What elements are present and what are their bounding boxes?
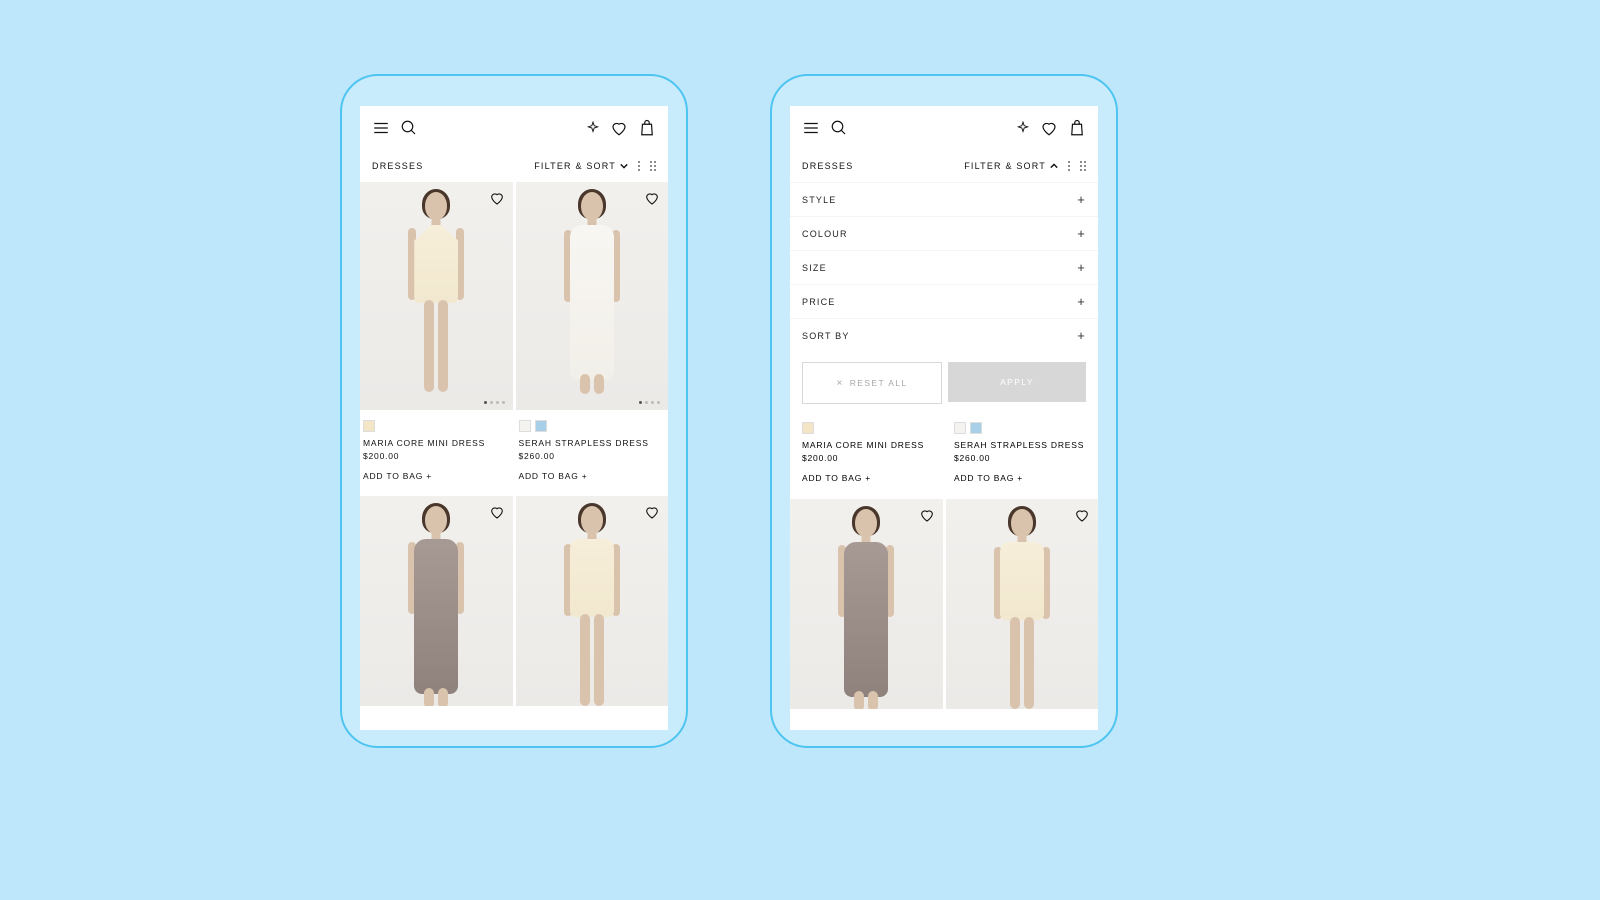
view-grid-icon[interactable] [1080, 161, 1086, 171]
color-swatch[interactable] [954, 422, 966, 434]
category-bar: DRESSES FILTER & SORT [790, 150, 1098, 182]
filter-sort-toggle[interactable]: FILTER & SORT [534, 161, 628, 171]
product-summary-row: MARIA CORE MINI DRESS $200.00 ADD TO BAG… [790, 416, 1098, 495]
hamburger-icon[interactable] [802, 119, 820, 137]
color-swatch[interactable] [802, 422, 814, 434]
expand-icon: + [1077, 260, 1086, 275]
product-name[interactable]: MARIA CORE MINI DRESS [802, 440, 934, 450]
filter-row-style[interactable]: STYLE + [790, 182, 1098, 216]
favorite-icon[interactable] [489, 190, 505, 206]
close-icon: × [836, 378, 843, 389]
color-swatches [954, 422, 1086, 434]
expand-icon: + [1077, 192, 1086, 207]
view-list-icon[interactable] [638, 161, 640, 171]
filter-actions: ×RESET ALL APPLY [790, 352, 1098, 416]
category-title: DRESSES [802, 161, 853, 171]
favorite-icon[interactable] [644, 190, 660, 206]
filter-panel: STYLE + COLOUR + SIZE + PRICE + SORT BY + [790, 182, 1098, 352]
product-price: $200.00 [363, 451, 510, 461]
chevron-up-icon [1050, 162, 1058, 170]
product-image[interactable] [790, 499, 943, 709]
product-name[interactable]: SERAH STRAPLESS DRESS [519, 438, 666, 448]
product-card: SERAH STRAPLESS DRESS $260.00 ADD TO BAG… [516, 182, 669, 493]
apply-button[interactable]: APPLY [948, 362, 1086, 402]
color-swatch[interactable] [363, 420, 375, 432]
color-swatches [363, 420, 510, 432]
add-to-bag-button[interactable]: ADD TO BAG + [363, 471, 510, 481]
filter-row-price[interactable]: PRICE + [790, 284, 1098, 318]
color-swatches [519, 420, 666, 432]
reset-all-button[interactable]: ×RESET ALL [802, 362, 942, 404]
product-grid [790, 499, 1098, 709]
color-swatch[interactable] [970, 422, 982, 434]
wishlist-icon[interactable] [1040, 119, 1058, 137]
bag-icon[interactable] [1068, 119, 1086, 137]
color-swatches [802, 422, 934, 434]
product-card [516, 496, 669, 706]
product-card [360, 496, 513, 706]
filter-row-label: SORT BY [802, 331, 850, 341]
product-image[interactable] [516, 496, 669, 706]
filter-row-label: SIZE [802, 263, 827, 273]
product-image[interactable] [360, 182, 513, 410]
product-grid: MARIA CORE MINI DRESS $200.00 ADD TO BAG… [360, 182, 668, 706]
sparkle-icon[interactable] [586, 121, 600, 135]
filter-row-colour[interactable]: COLOUR + [790, 216, 1098, 250]
product-info: MARIA CORE MINI DRESS $200.00 ADD TO BAG… [802, 422, 934, 483]
favorite-icon[interactable] [644, 504, 660, 520]
product-info: SERAH STRAPLESS DRESS $260.00 ADD TO BAG… [954, 422, 1086, 483]
product-card [790, 499, 943, 709]
favorite-icon[interactable] [919, 507, 935, 523]
product-card [946, 499, 1099, 709]
app-topbar [360, 106, 668, 150]
add-to-bag-button[interactable]: ADD TO BAG + [802, 473, 934, 483]
expand-icon: + [1077, 328, 1086, 343]
phone-mock-collapsed: DRESSES FILTER & SORT [340, 74, 688, 748]
image-pager [639, 401, 660, 404]
product-name[interactable]: MARIA CORE MINI DRESS [363, 438, 510, 448]
favorite-icon[interactable] [489, 504, 505, 520]
product-price: $260.00 [954, 453, 1086, 463]
add-to-bag-button[interactable]: ADD TO BAG + [519, 471, 666, 481]
view-list-icon[interactable] [1068, 161, 1070, 171]
filter-sort-label: FILTER & SORT [964, 161, 1046, 171]
filter-row-label: STYLE [802, 195, 837, 205]
app-topbar [790, 106, 1098, 150]
color-swatch[interactable] [519, 420, 531, 432]
hamburger-icon[interactable] [372, 119, 390, 137]
category-bar: DRESSES FILTER & SORT [360, 150, 668, 182]
screen: DRESSES FILTER & SORT [360, 106, 668, 730]
product-image[interactable] [946, 499, 1099, 709]
add-to-bag-button[interactable]: ADD TO BAG + [954, 473, 1086, 483]
product-info: MARIA CORE MINI DRESS $200.00 ADD TO BAG… [360, 410, 513, 493]
color-swatch[interactable] [535, 420, 547, 432]
image-pager [484, 401, 505, 404]
view-grid-icon[interactable] [650, 161, 656, 171]
sparkle-icon[interactable] [1016, 121, 1030, 135]
filter-row-label: PRICE [802, 297, 836, 307]
filter-row-label: COLOUR [802, 229, 848, 239]
favorite-icon[interactable] [1074, 507, 1090, 523]
expand-icon: + [1077, 226, 1086, 241]
product-card: MARIA CORE MINI DRESS $200.00 ADD TO BAG… [360, 182, 513, 493]
filter-row-sort-by[interactable]: SORT BY + [790, 318, 1098, 352]
filter-sort-label: FILTER & SORT [534, 161, 616, 171]
screen: DRESSES FILTER & SORT STYLE + COLOUR + SIZE +… [790, 106, 1098, 730]
filter-row-size[interactable]: SIZE + [790, 250, 1098, 284]
product-info: SERAH STRAPLESS DRESS $260.00 ADD TO BAG… [516, 410, 669, 493]
product-name[interactable]: SERAH STRAPLESS DRESS [954, 440, 1086, 450]
product-price: $260.00 [519, 451, 666, 461]
bag-icon[interactable] [638, 119, 656, 137]
search-icon[interactable] [400, 119, 418, 137]
phone-mock-expanded: DRESSES FILTER & SORT STYLE + COLOUR + SIZE +… [770, 74, 1118, 748]
wishlist-icon[interactable] [610, 119, 628, 137]
expand-icon: + [1077, 294, 1086, 309]
search-icon[interactable] [830, 119, 848, 137]
category-title: DRESSES [372, 161, 423, 171]
filter-sort-toggle[interactable]: FILTER & SORT [964, 161, 1058, 171]
product-image[interactable] [516, 182, 669, 410]
product-image[interactable] [360, 496, 513, 706]
product-price: $200.00 [802, 453, 934, 463]
chevron-down-icon [620, 162, 628, 170]
